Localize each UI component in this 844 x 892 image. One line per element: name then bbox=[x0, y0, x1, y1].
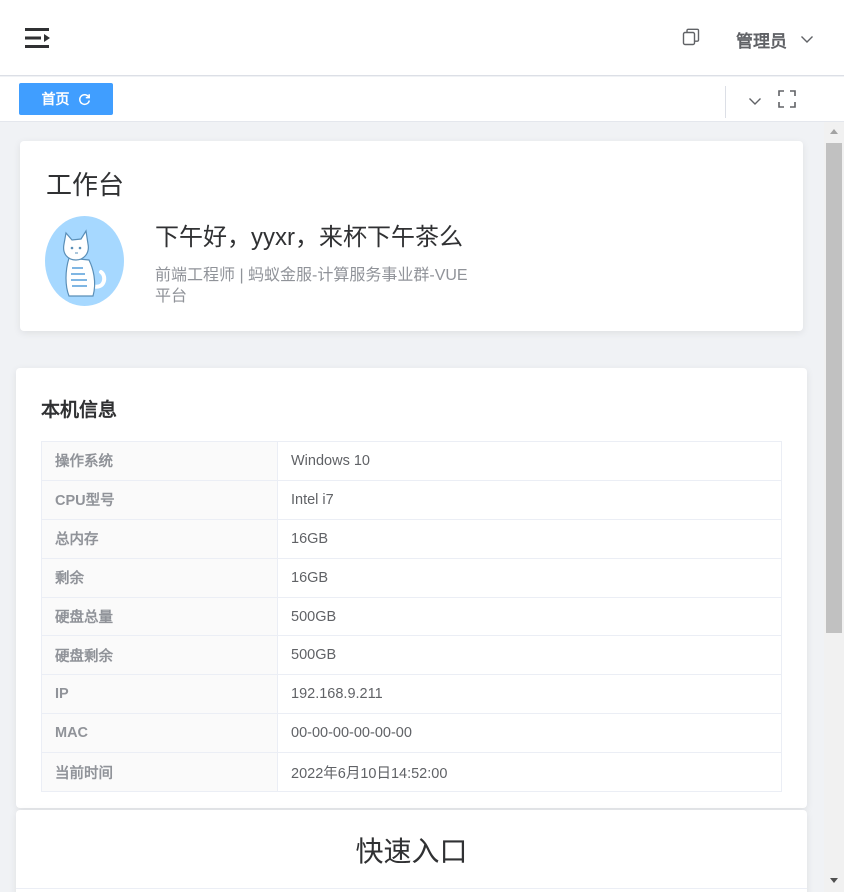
row-value: 16GB bbox=[277, 557, 782, 598]
table-row: 操作系统 Windows 10 bbox=[41, 441, 782, 481]
tab-home[interactable]: 首页 bbox=[19, 83, 113, 115]
table-row: CPU型号 Intel i7 bbox=[41, 479, 782, 520]
scrollbar-thumb[interactable] bbox=[826, 143, 842, 633]
row-label: CPU型号 bbox=[41, 479, 278, 520]
avatar bbox=[45, 216, 124, 306]
top-header: 管理员 bbox=[0, 0, 844, 76]
table-row: IP 192.168.9.211 bbox=[41, 674, 782, 715]
quick-entry-divider bbox=[16, 888, 807, 889]
page-title: 工作台 bbox=[46, 170, 125, 200]
row-label: MAC bbox=[41, 713, 278, 754]
machine-info-card: 本机信息 操作系统 Windows 10 CPU型号 Intel i7 总内存 … bbox=[16, 368, 807, 808]
row-label: 操作系统 bbox=[41, 441, 278, 481]
greeting-text: 下午好，yyxr，来杯下午茶么 bbox=[155, 224, 463, 251]
machine-info-table: 操作系统 Windows 10 CPU型号 Intel i7 总内存 16GB … bbox=[41, 441, 782, 793]
tags-divider bbox=[725, 86, 726, 118]
table-row: 剩余 16GB bbox=[41, 557, 782, 598]
scroll-down-arrow-icon[interactable] bbox=[830, 878, 838, 883]
row-label: IP bbox=[41, 674, 278, 715]
cat-avatar-icon bbox=[63, 229, 107, 297]
user-menu[interactable]: 管理员 bbox=[736, 26, 814, 52]
quick-entry-title: 快速入口 bbox=[355, 836, 468, 867]
row-label: 总内存 bbox=[41, 518, 278, 559]
job-description: 前端工程师 | 蚂蚁金服-计算服务事业群-VUE平台 bbox=[155, 267, 468, 305]
menu-fold-icon[interactable] bbox=[25, 27, 51, 49]
row-value: 16GB bbox=[277, 518, 782, 559]
quick-entry-card: 快速入口 bbox=[16, 810, 807, 892]
row-value: 500GB bbox=[277, 596, 782, 637]
vertical-scrollbar[interactable] bbox=[824, 122, 844, 892]
copy-icon[interactable] bbox=[682, 28, 700, 46]
table-row: MAC 00-00-00-00-00-00 bbox=[41, 713, 782, 754]
table-row: 硬盘总量 500GB bbox=[41, 596, 782, 637]
tags-bar: 首页 bbox=[0, 77, 844, 122]
chevron-down-icon[interactable] bbox=[748, 94, 762, 108]
table-row: 当前时间 2022年6月10日14:52:00 bbox=[41, 752, 782, 793]
row-label: 硬盘剩余 bbox=[41, 635, 278, 676]
refresh-icon[interactable] bbox=[78, 93, 91, 106]
fullscreen-icon[interactable] bbox=[778, 90, 796, 108]
row-label: 硬盘总量 bbox=[41, 596, 278, 637]
table-row: 硬盘剩余 500GB bbox=[41, 635, 782, 676]
machine-info-title: 本机信息 bbox=[41, 400, 118, 421]
row-label: 剩余 bbox=[41, 557, 278, 598]
workbench-card: 工作台 下午好，yyxr，来杯下午茶么 前端工程师 | 蚂蚁金服-计算服务事业群… bbox=[20, 141, 803, 331]
row-value: Intel i7 bbox=[277, 479, 782, 520]
user-name: 管理员 bbox=[736, 31, 787, 51]
chevron-down-icon bbox=[801, 36, 813, 43]
tab-home-label: 首页 bbox=[41, 91, 70, 107]
row-value: 500GB bbox=[277, 635, 782, 676]
main-content: 工作台 下午好，yyxr，来杯下午茶么 前端工程师 | 蚂蚁金服-计算服务事业群… bbox=[0, 122, 824, 892]
table-row: 总内存 16GB bbox=[41, 518, 782, 559]
scroll-up-arrow-icon[interactable] bbox=[830, 129, 838, 134]
row-value: 00-00-00-00-00-00 bbox=[277, 713, 782, 754]
row-value: Windows 10 bbox=[277, 441, 782, 481]
row-value: 2022年6月10日14:52:00 bbox=[277, 752, 782, 793]
row-label: 当前时间 bbox=[41, 752, 278, 793]
row-value: 192.168.9.211 bbox=[277, 674, 782, 715]
